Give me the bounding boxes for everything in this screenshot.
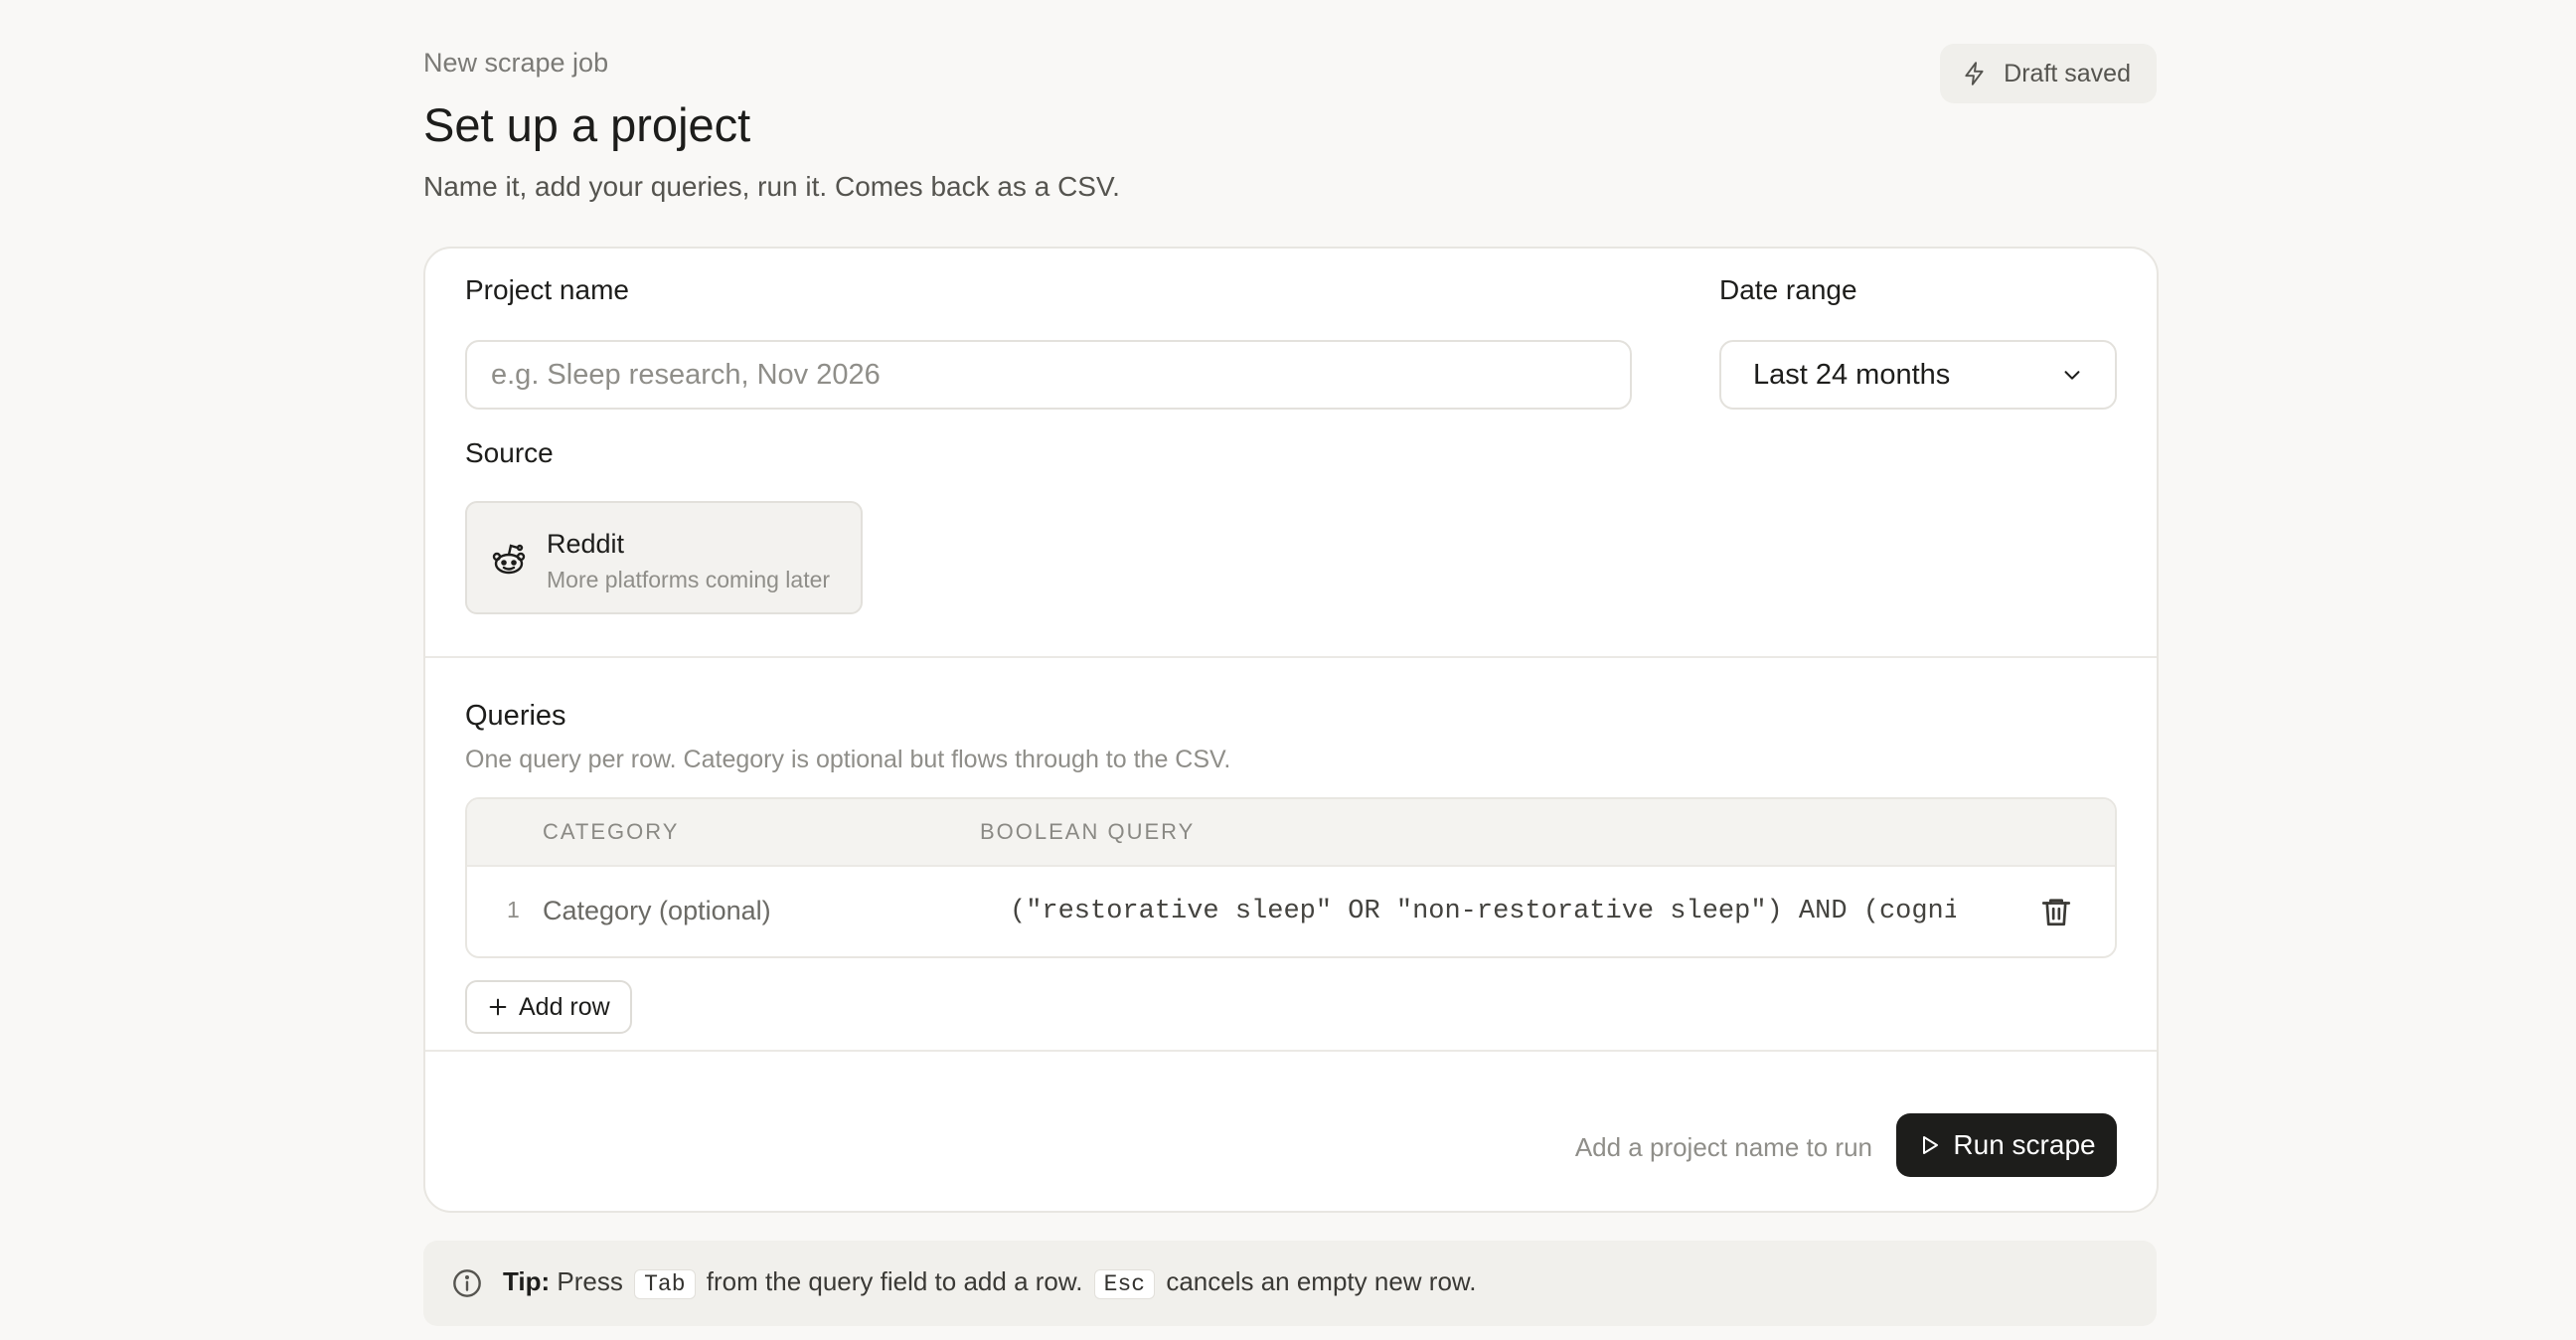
boolean-query-input[interactable]: ("restorative sleep" OR "non-restorative…	[994, 887, 1956, 936]
source-note: More platforms coming later	[547, 567, 831, 592]
source-name: Reddit	[547, 529, 625, 559]
column-header-boolean-query: BOOLEAN QUERY	[980, 819, 1196, 844]
table-header: CATEGORY BOOLEAN QUERY	[467, 799, 2115, 867]
table-row: 1 ("restorative sleep" OR "non-restorati…	[467, 865, 2115, 956]
project-name-input[interactable]	[465, 340, 1632, 410]
tip-part-1: Press	[557, 1266, 623, 1296]
add-row-button[interactable]: Add row	[465, 980, 632, 1034]
column-header-category: CATEGORY	[543, 819, 680, 844]
row-number: 1	[507, 897, 520, 922]
queries-title: Queries	[465, 700, 566, 732]
footer-divider	[425, 1050, 2157, 1052]
project-name-label: Project name	[465, 274, 629, 305]
tip-part-3: cancels an empty new row.	[1166, 1266, 1477, 1296]
project-form-card: Project name Date range Last 24 months S…	[423, 247, 2159, 1213]
tip-text: Tip: Press Tab from the query field to a…	[503, 1266, 1476, 1299]
run-scrape-label: Run scrape	[1953, 1129, 2096, 1160]
section-divider	[425, 656, 2157, 658]
plus-icon	[489, 998, 507, 1016]
tip-label: Tip:	[503, 1266, 551, 1296]
bolt-icon	[1965, 62, 1984, 85]
page-title: Set up a project	[423, 98, 751, 151]
date-range-select[interactable]: Last 24 months	[1719, 340, 2117, 410]
run-scrape-button[interactable]: Run scrape	[1896, 1113, 2117, 1177]
date-range-label: Date range	[1719, 274, 1857, 305]
queries-description: One query per row. Category is optional …	[465, 746, 1231, 773]
esc-key: Esc	[1093, 1269, 1156, 1299]
tip-part-2: from the query field to add a row.	[706, 1266, 1083, 1296]
reddit-icon	[492, 544, 526, 575]
info-icon	[453, 1269, 481, 1297]
tip-banner: Tip: Press Tab from the query field to a…	[423, 1241, 2157, 1326]
trash-icon[interactable]	[2039, 895, 2073, 928]
draft-status-badge: Draft saved	[1940, 44, 2157, 103]
source-option-reddit[interactable]: Reddit More platforms coming later	[465, 501, 863, 614]
source-label: Source	[465, 437, 554, 468]
run-hint: Add a project name to run	[1574, 1132, 1872, 1162]
page-subtitle: Name it, add your queries, run it. Comes…	[423, 171, 1120, 202]
tab-key: Tab	[634, 1269, 696, 1299]
date-range-value: Last 24 months	[1753, 358, 1951, 391]
add-row-label: Add row	[519, 992, 610, 1021]
queries-table: CATEGORY BOOLEAN QUERY 1 ("restorative s…	[465, 797, 2117, 958]
page-eyebrow: New scrape job	[423, 48, 609, 78]
category-input[interactable]	[543, 885, 940, 936]
draft-status-text: Draft saved	[2004, 59, 2131, 87]
play-icon	[1923, 1136, 1939, 1154]
chevron-down-icon	[2064, 371, 2080, 380]
